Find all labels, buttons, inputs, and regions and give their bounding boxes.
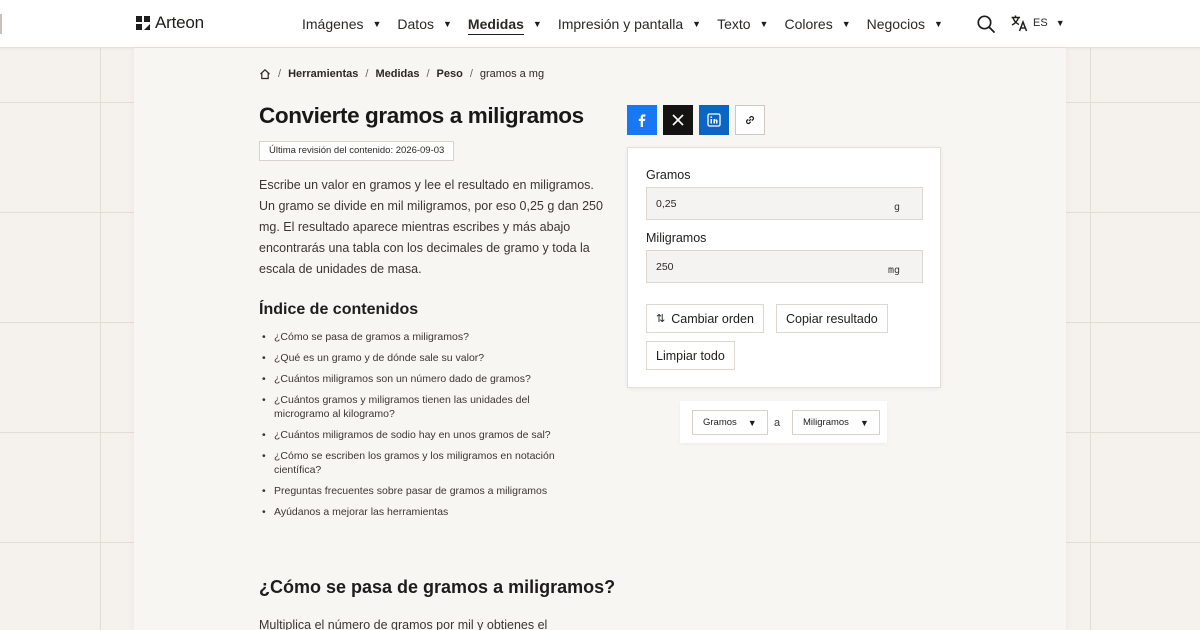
language-selector[interactable]: ES ▼ [1010,14,1065,32]
language-code: ES [1033,17,1048,29]
toc-link[interactable]: Preguntas frecuentes sobre pasar de gram… [259,484,559,498]
breadcrumb-current: gramos a mg [479,68,545,80]
unit-selector: Gramos ▼ a Miligramos ▼ [680,401,887,443]
swap-order-label: Cambiar orden [671,311,754,326]
chevron-down-icon: ▼ [747,417,757,428]
chevron-down-icon: ▼ [934,19,943,29]
converter-card: Gramos g Miligramos mg ⇅ Cambiar orden C… [627,147,941,388]
brand-logo[interactable]: Arteon [136,13,204,33]
content-panel: / Herramientas / Medidas / Peso / gramos… [134,48,1066,630]
revision-date-badge: Última revisión del contenido: 2026-09-0… [259,141,455,161]
copy-result-label: Copiar resultado [786,311,878,326]
intro-paragraph: Escribe un valor en gramos y lee el resu… [259,178,603,276]
chevron-down-icon: ▼ [372,19,382,29]
unit-connector: a [774,417,781,429]
chevron-down-icon: ▼ [841,19,851,29]
to-unit-select[interactable]: Miligramos ▼ [792,410,880,435]
grams-input[interactable] [647,188,877,219]
breadcrumb-separator: / [365,68,369,80]
nav-item-label: Colores [784,16,833,32]
grams-field: g [646,187,923,220]
chevron-down-icon: ▼ [759,19,769,29]
breadcrumb-separator: / [278,68,282,80]
nav-item-label: Negocios [866,16,925,32]
copy-link-button[interactable] [735,105,765,135]
main-nav: Imágenes ▼ Datos ▼ Medidas ▼ Impresión y… [302,0,959,48]
nav-item-imagenes[interactable]: Imágenes ▼ [302,16,381,32]
nav-item-impresion[interactable]: Impresión y pantalla ▼ [558,16,701,32]
brand-name: Arteon [155,13,204,32]
chevron-down-icon: ▼ [532,19,542,29]
breadcrumb-separator: / [469,68,473,80]
translate-icon [1011,15,1028,32]
milligrams-input[interactable] [647,251,877,282]
breadcrumb-link-herramientas[interactable]: Herramientas [288,68,358,80]
nav-item-datos[interactable]: Datos ▼ [397,16,452,32]
to-unit-value: Miligramos [803,417,849,428]
breadcrumb-link-medidas[interactable]: Medidas [375,68,419,80]
copy-result-button[interactable]: Copiar resultado [776,304,888,333]
chevron-down-icon: ▼ [442,19,452,29]
toc-link[interactable]: ¿Cuántos miligramos de sodio hay en unos… [259,428,559,442]
milligrams-label: Miligramos [646,231,707,245]
milligrams-field: mg [646,250,923,283]
share-linkedin-button[interactable] [699,105,729,135]
clear-all-button[interactable]: Limpiar todo [646,341,735,370]
toc-title: Índice de contenidos [259,301,419,318]
section-heading: ¿Cómo se pasa de gramos a miligramos? [259,577,616,597]
chevron-down-icon: ▼ [1055,18,1065,28]
grams-label: Gramos [646,168,691,182]
nav-item-label: Medidas [467,16,524,35]
share-facebook-button[interactable] [627,105,657,135]
toc-link[interactable]: ¿Cuántos miligramos son un número dado d… [259,372,559,386]
nav-item-colores[interactable]: Colores ▼ [784,16,850,32]
swap-order-button[interactable]: ⇅ Cambiar orden [646,304,764,333]
nav-item-label: Texto [717,16,751,32]
search-icon[interactable] [976,14,996,34]
grams-unit: g [893,202,900,213]
nav-item-texto[interactable]: Texto ▼ [717,16,768,32]
toc-link[interactable]: ¿Cómo se pasa de gramos a miligramos? [259,330,559,344]
breadcrumb: / Herramientas / Medidas / Peso / gramos… [259,68,544,80]
toc-link[interactable]: ¿Qué es un gramo y de dónde sale su valo… [259,351,559,365]
chevron-down-icon: ▼ [859,417,869,428]
side-tab-handle[interactable] [0,14,2,34]
toc-link[interactable]: Ayúdanos a mejorar las herramientas [259,505,559,519]
toc-link[interactable]: ¿Cómo se escriben los gramos y los milig… [259,449,559,477]
chevron-down-icon: ▼ [692,19,702,29]
nav-item-label: Datos [397,16,434,32]
brand-logo-icon [136,16,150,30]
share-x-button[interactable] [663,105,693,135]
table-of-contents: ¿Cómo se pasa de gramos a miligramos? ¿Q… [259,330,559,526]
nav-item-label: Impresión y pantalla [557,16,684,32]
link-icon [745,115,755,125]
x-icon [672,114,684,126]
nav-item-label: Imágenes [302,16,364,32]
swap-icon: ⇅ [656,313,666,325]
from-unit-select[interactable]: Gramos ▼ [692,410,768,435]
clear-all-label: Limpiar todo [656,348,725,363]
share-buttons [627,105,771,135]
top-navigation-bar: Arteon Imágenes ▼ Datos ▼ Medidas ▼ Impr… [0,0,1200,48]
from-unit-value: Gramos [703,417,737,428]
milligrams-unit: mg [887,265,900,276]
facebook-icon [638,114,646,127]
breadcrumb-separator: / [426,68,430,80]
linkedin-icon [707,113,721,127]
nav-item-negocios[interactable]: Negocios ▼ [867,16,943,32]
breadcrumb-link-peso[interactable]: Peso [437,68,463,80]
toc-link[interactable]: ¿Cuántos gramos y miligramos tienen las … [259,393,559,421]
page-title: Convierte gramos a miligramos [259,103,584,128]
section-paragraph: Multiplica el número de gramos por mil y… [259,618,548,630]
nav-item-medidas[interactable]: Medidas ▼ [467,13,542,35]
home-icon[interactable] [259,68,271,80]
